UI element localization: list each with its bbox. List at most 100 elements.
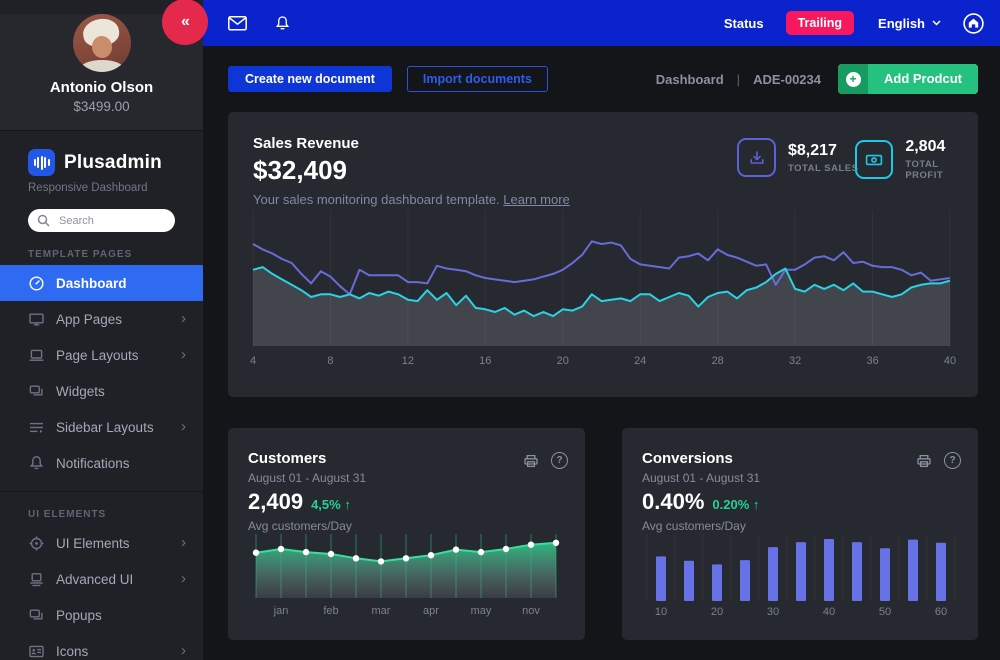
icons-icon bbox=[28, 643, 45, 660]
chevron-right-icon: › bbox=[181, 570, 186, 587]
dashboard-icon bbox=[28, 275, 45, 292]
search-input[interactable] bbox=[57, 214, 171, 228]
download-icon bbox=[737, 138, 776, 177]
sidebar-nav: TEMPLATE PAGESDashboardApp Pages›Page La… bbox=[0, 249, 203, 660]
mail-icon[interactable] bbox=[228, 16, 247, 31]
chevron-right-icon: › bbox=[181, 642, 186, 659]
sidebar-item-widgets[interactable]: Widgets bbox=[0, 373, 203, 409]
svg-text:30: 30 bbox=[767, 606, 779, 618]
avatar[interactable] bbox=[73, 14, 131, 72]
widgets-icon bbox=[28, 383, 45, 400]
customers-card: Customers August 01 - August 31 ? 2,409 … bbox=[228, 428, 585, 640]
card-title: Conversions bbox=[642, 450, 733, 467]
plus-icon: + bbox=[838, 64, 868, 94]
notifications-bell-icon[interactable] bbox=[274, 15, 291, 32]
trailing-badge[interactable]: Trailing bbox=[786, 11, 854, 35]
arrow-up-icon: ↑ bbox=[753, 497, 760, 512]
total-profit-stat: 2,804 TOTAL PROFIT bbox=[855, 138, 978, 181]
sidebar-item-dashboard[interactable]: Dashboard bbox=[0, 265, 203, 301]
sidebar-item-notifications[interactable]: Notifications bbox=[0, 445, 203, 481]
sidebar-item-label: Sidebar Layouts bbox=[56, 420, 154, 435]
sidebar-item-label: App Pages bbox=[56, 312, 122, 327]
status-link[interactable]: Status bbox=[724, 16, 764, 31]
language-dropdown[interactable]: English bbox=[878, 16, 941, 31]
sidebar-item-label: UI Elements bbox=[56, 536, 130, 551]
plusadmin-logo-icon bbox=[28, 149, 55, 176]
sidebar-item-label: Page Layouts bbox=[56, 348, 139, 363]
total-sales-stat: $8,217 TOTAL SALES bbox=[737, 138, 858, 177]
import-documents-button[interactable]: Import documents bbox=[407, 66, 548, 92]
total-sales-value: $8,217 bbox=[788, 142, 858, 160]
printer-icon[interactable] bbox=[523, 453, 539, 469]
sales-subtitle: Your sales monitoring dashboard template… bbox=[253, 192, 570, 207]
language-label: English bbox=[878, 16, 925, 31]
sidebar-item-label: Advanced UI bbox=[56, 572, 133, 587]
section-label-ui-elements: UI ELEMENTS bbox=[28, 509, 203, 520]
add-product-button[interactable]: + Add Prodcut bbox=[838, 64, 978, 94]
breadcrumb-page[interactable]: Dashboard bbox=[656, 72, 724, 87]
notifications-icon bbox=[28, 455, 45, 472]
sidebar-search[interactable] bbox=[28, 209, 175, 232]
total-sales-label: TOTAL SALES bbox=[788, 163, 858, 174]
svg-text:40: 40 bbox=[944, 355, 956, 367]
brand-tagline: Responsive Dashboard bbox=[28, 182, 203, 194]
document-id: ADE-00234 bbox=[753, 72, 821, 87]
profile-balance: $3499.00 bbox=[0, 99, 203, 114]
sidebar-lower: Plusadmin Responsive Dashboard TEMPLATE … bbox=[0, 130, 203, 660]
svg-text:36: 36 bbox=[866, 355, 878, 367]
help-icon[interactable]: ? bbox=[551, 452, 568, 469]
conversions-sublabel: Avg customers/Day bbox=[642, 519, 746, 533]
total-profit-value: 2,804 bbox=[905, 138, 978, 156]
svg-text:nov: nov bbox=[522, 605, 540, 617]
help-icon[interactable]: ? bbox=[944, 452, 961, 469]
toolbar: Create new document Import documents Das… bbox=[203, 46, 1000, 112]
svg-text:apr: apr bbox=[423, 605, 439, 617]
sidebar-item-sidebar-layouts[interactable]: Sidebar Layouts› bbox=[0, 409, 203, 445]
card-title: Sales Revenue bbox=[253, 135, 359, 152]
learn-more-link[interactable]: Learn more bbox=[503, 192, 569, 207]
advanced-ui-icon bbox=[28, 571, 45, 588]
sidebar-item-page-layouts[interactable]: Page Layouts › bbox=[0, 337, 203, 373]
sidebar-item-icons[interactable]: Icons › bbox=[0, 633, 203, 660]
svg-text:8: 8 bbox=[327, 355, 333, 367]
sidebar-item-label: Icons bbox=[56, 644, 88, 659]
ui-elements-icon bbox=[28, 535, 45, 552]
sidebar-divider bbox=[0, 491, 203, 492]
svg-text:may: may bbox=[471, 605, 492, 617]
customers-sublabel: Avg customers/Day bbox=[248, 519, 352, 533]
svg-text:24: 24 bbox=[634, 355, 646, 367]
search-icon bbox=[37, 214, 50, 227]
card-title: Customers bbox=[248, 450, 326, 467]
svg-text:12: 12 bbox=[402, 355, 414, 367]
sidebar-item-popups[interactable]: Popups bbox=[0, 597, 203, 633]
brand-name: Plusadmin bbox=[64, 152, 162, 174]
date-range: August 01 - August 31 bbox=[248, 471, 366, 485]
collapse-icon: « bbox=[181, 13, 189, 31]
sidebar-item-advanced-ui[interactable]: Advanced UI › bbox=[0, 561, 203, 597]
sidebar-collapse-button[interactable]: « bbox=[162, 0, 208, 45]
svg-text:60: 60 bbox=[935, 606, 947, 618]
main-content: Sales Revenue $32,409 Your sales monitor… bbox=[203, 112, 1000, 660]
breadcrumb-separator: | bbox=[737, 72, 740, 87]
page-layouts-icon bbox=[28, 347, 45, 364]
printer-icon[interactable] bbox=[916, 453, 932, 469]
svg-text:32: 32 bbox=[789, 355, 801, 367]
sidebar-item-label: Popups bbox=[56, 608, 102, 623]
sidebar-item-app-pages[interactable]: App Pages› bbox=[0, 301, 203, 337]
svg-text:28: 28 bbox=[712, 355, 724, 367]
svg-text:4: 4 bbox=[250, 355, 256, 367]
date-range: August 01 - August 31 bbox=[642, 471, 760, 485]
popups-icon bbox=[28, 607, 45, 624]
svg-text:feb: feb bbox=[323, 605, 338, 617]
sidebar-item-ui-elements[interactable]: UI Elements› bbox=[0, 525, 203, 561]
svg-text:20: 20 bbox=[711, 606, 723, 618]
chevron-down-icon bbox=[932, 20, 941, 26]
sales-amount: $32,409 bbox=[253, 155, 347, 186]
add-product-label: Add Prodcut bbox=[868, 64, 978, 94]
section-label-template-pages: TEMPLATE PAGES bbox=[28, 249, 203, 260]
chevron-right-icon: › bbox=[181, 346, 186, 363]
create-document-button[interactable]: Create new document bbox=[228, 66, 392, 92]
home-icon[interactable] bbox=[963, 13, 984, 34]
svg-text:16: 16 bbox=[479, 355, 491, 367]
customers-area-chart: janfebmaraprmaynov bbox=[246, 532, 566, 628]
